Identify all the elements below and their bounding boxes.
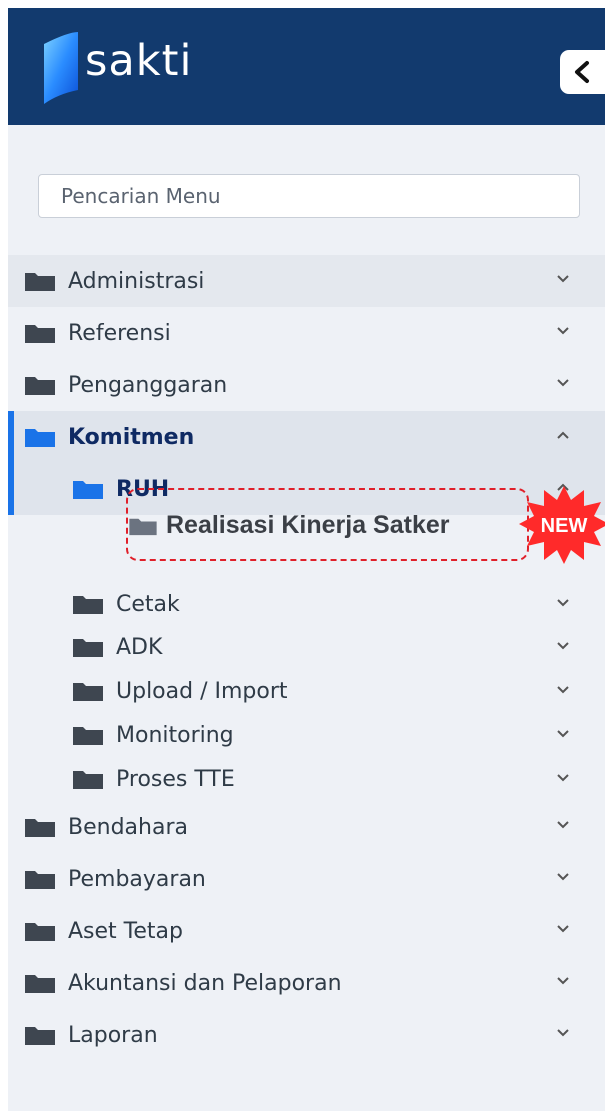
menu-item-akuntansi-dan-pelaporan[interactable]: Akuntansi dan Pelaporan xyxy=(8,957,605,1009)
menu-item-aset-tetap[interactable]: Aset Tetap xyxy=(8,905,605,957)
badge-text: NEW xyxy=(541,515,588,537)
chevron-down-icon xyxy=(557,642,569,650)
menu-item-pembayaran[interactable]: Pembayaran xyxy=(8,853,605,905)
menu-label: Monitoring xyxy=(116,722,234,748)
chevron-down-icon xyxy=(557,821,569,829)
chevron-down-icon xyxy=(557,1029,569,1037)
menu-item-proses-tte[interactable]: Proses TTE xyxy=(8,757,605,801)
chevron-down-icon xyxy=(557,925,569,933)
chevron-down-icon xyxy=(557,730,569,738)
folder-icon xyxy=(25,975,55,993)
chevron-down-icon xyxy=(557,686,569,694)
menu-item-komitmen[interactable]: Komitmen xyxy=(8,411,605,463)
menu-label: Proses TTE xyxy=(116,766,235,792)
chevron-down-icon xyxy=(557,774,569,782)
search-box[interactable] xyxy=(38,174,580,218)
sakti-logo-icon xyxy=(44,32,78,104)
menu-label: Referensi xyxy=(68,320,171,346)
sidebar-header: sakti xyxy=(8,8,605,125)
folder-icon xyxy=(25,325,55,343)
folder-icon xyxy=(25,429,55,447)
menu-label: Penganggaran xyxy=(68,372,228,398)
folder-icon xyxy=(73,639,103,657)
menu-label: Akuntansi dan Pelaporan xyxy=(68,970,342,996)
menu-label: Administrasi xyxy=(68,268,205,294)
chevron-down-icon xyxy=(557,599,569,607)
folder-icon xyxy=(73,727,103,745)
menu-label: Aset Tetap xyxy=(68,918,183,944)
menu-item-upload-import[interactable]: Upload / Import xyxy=(8,669,605,713)
menu-item-monitoring[interactable]: Monitoring xyxy=(8,713,605,757)
new-badge: NEW xyxy=(519,486,605,564)
menu-label: Pembayaran xyxy=(68,866,206,892)
menu-item-ruh[interactable]: RUH xyxy=(8,463,605,515)
sidebar: sakti Administrasi Referensi Penganggara… xyxy=(8,8,605,1111)
folder-icon xyxy=(129,518,157,536)
menu-item-cetak[interactable]: Cetak xyxy=(8,583,605,625)
menu-item-referensi[interactable]: Referensi xyxy=(8,307,605,359)
chevron-down-icon xyxy=(557,327,569,335)
folder-icon xyxy=(25,273,55,291)
chevron-down-icon xyxy=(557,379,569,387)
folder-icon xyxy=(73,771,103,789)
menu-item-bendahara[interactable]: Bendahara xyxy=(8,801,605,853)
menu-label: Cetak xyxy=(116,591,180,617)
search-input[interactable] xyxy=(39,175,579,217)
folder-icon xyxy=(73,596,103,614)
menu-label: RUH xyxy=(116,476,170,502)
menu-item-penganggaran[interactable]: Penganggaran xyxy=(8,359,605,411)
menu-label: Bendahara xyxy=(68,814,188,840)
menu-item-realisasi-kinerja-satker[interactable]: Realisasi Kinerja Satker xyxy=(166,511,450,540)
chevron-up-icon xyxy=(557,431,569,439)
menu-label: Komitmen xyxy=(68,424,195,450)
menu-label: Laporan xyxy=(68,1022,158,1048)
app-logo-text: sakti xyxy=(85,36,193,86)
menu-item-adk[interactable]: ADK xyxy=(8,625,605,669)
folder-icon xyxy=(25,923,55,941)
chevron-down-icon xyxy=(557,873,569,881)
menu-item-administrasi[interactable]: Administrasi xyxy=(8,255,605,307)
folder-icon xyxy=(25,1027,55,1045)
menu-item-laporan[interactable]: Laporan xyxy=(8,1009,605,1061)
chevron-left-icon xyxy=(575,61,589,83)
folder-icon xyxy=(25,871,55,889)
folder-icon xyxy=(25,819,55,837)
menu-label: ADK xyxy=(116,634,163,660)
folder-icon xyxy=(25,377,55,395)
sidebar-menu: Administrasi Referensi Penganggaran Komi… xyxy=(8,255,605,1061)
collapse-sidebar-button[interactable] xyxy=(560,50,605,94)
folder-icon xyxy=(73,481,103,499)
chevron-down-icon xyxy=(557,977,569,985)
menu-label: Upload / Import xyxy=(116,678,288,704)
chevron-down-icon xyxy=(557,275,569,283)
folder-icon xyxy=(73,683,103,701)
